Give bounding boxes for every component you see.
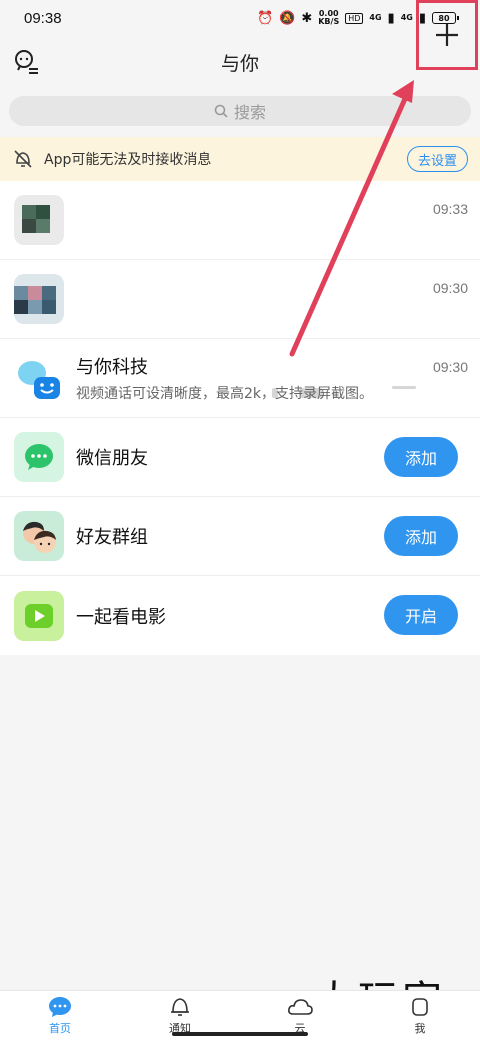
net-speed: 0.00 KB/S	[318, 10, 339, 26]
mute-icon: 🔕	[279, 10, 296, 26]
list-item[interactable]: 与你科技 视频通话可设清晰度，最高2k，支持录屏截图。 09:30	[0, 339, 480, 418]
add-button[interactable]	[416, 0, 478, 70]
list-item-watch-movie[interactable]: 一起看电影 开启	[0, 576, 480, 655]
avatar	[14, 590, 64, 641]
cloud-icon	[288, 998, 313, 1015]
search-input[interactable]: 搜索	[9, 96, 471, 126]
signal-1: 4G	[369, 13, 382, 22]
search-icon	[214, 104, 228, 118]
tab-home[interactable]: 首页	[0, 991, 120, 1040]
list-item-wechat-friends[interactable]: 微信朋友 添加	[0, 418, 480, 497]
profile-menu-icon[interactable]	[12, 48, 40, 76]
list-item-friend-groups[interactable]: 好友群组 添加	[0, 497, 480, 576]
signal-bars-icon: ▮	[387, 10, 395, 26]
signal-2: 4G	[400, 13, 413, 22]
yuni-tech-icon	[18, 361, 60, 399]
avatar	[14, 353, 64, 403]
app-header: 与你	[0, 36, 480, 88]
item-preview: 视频通话可设清晰度，最高2k，支持录屏截图。	[76, 386, 374, 402]
wechat-icon	[25, 444, 53, 470]
list-item[interactable]: 09:30	[0, 260, 480, 398]
page-title: 与你	[220, 52, 259, 75]
conversation-list: 09:33 09:30 与你科技 视频通话可设清晰度，最高2k，支持录屏截图。 …	[0, 181, 480, 655]
avatar	[14, 511, 64, 561]
muted-bell-icon	[14, 150, 32, 168]
item-time: 09:30	[432, 280, 468, 296]
status-bar: 09:38 ⏰ 🔕 ✱ 0.00 KB/S HD 4G ▮ 4G ▮ 80	[0, 0, 480, 36]
search-container: 搜索	[9, 96, 471, 126]
item-body: 与你科技 视频通话可设清晰度，最高2k，支持录屏截图。	[76, 353, 480, 403]
hd-badge: HD	[345, 12, 364, 24]
group-avatars-icon	[23, 521, 56, 553]
avatar	[14, 195, 64, 245]
bell-icon	[171, 997, 189, 1016]
tab-me-label: 我	[414, 1021, 426, 1035]
add-wechat-friend-button[interactable]: 添加	[384, 437, 458, 477]
enable-watch-movie-button[interactable]: 开启	[384, 595, 458, 635]
tab-home-label: 首页	[49, 1021, 71, 1035]
item-time: 09:33	[432, 201, 468, 217]
tab-me[interactable]: 我	[360, 991, 480, 1040]
item-title: 与你科技	[76, 357, 148, 378]
avatar	[14, 432, 64, 482]
play-icon	[25, 603, 53, 628]
alarm-icon: ⏰	[256, 10, 274, 26]
plus-icon	[436, 24, 458, 46]
home-indicator[interactable]	[172, 1032, 308, 1036]
search-placeholder: 搜索	[233, 103, 266, 122]
avatar	[14, 274, 64, 324]
list-item[interactable]: 09:33	[0, 181, 480, 260]
go-settings-button[interactable]: 去设置	[406, 146, 468, 172]
chat-bubble-icon	[49, 996, 71, 1017]
bluetooth-icon: ✱	[301, 10, 313, 26]
net-speed-unit: KB/S	[318, 17, 340, 26]
status-time: 09:38	[24, 9, 62, 27]
person-icon	[412, 997, 428, 1016]
notice-text: App可能无法及时接收消息	[44, 152, 212, 168]
notification-warning-banner: App可能无法及时接收消息 去设置	[0, 137, 480, 181]
add-friend-group-button[interactable]: 添加	[384, 516, 458, 556]
item-time: 09:30	[432, 359, 468, 375]
